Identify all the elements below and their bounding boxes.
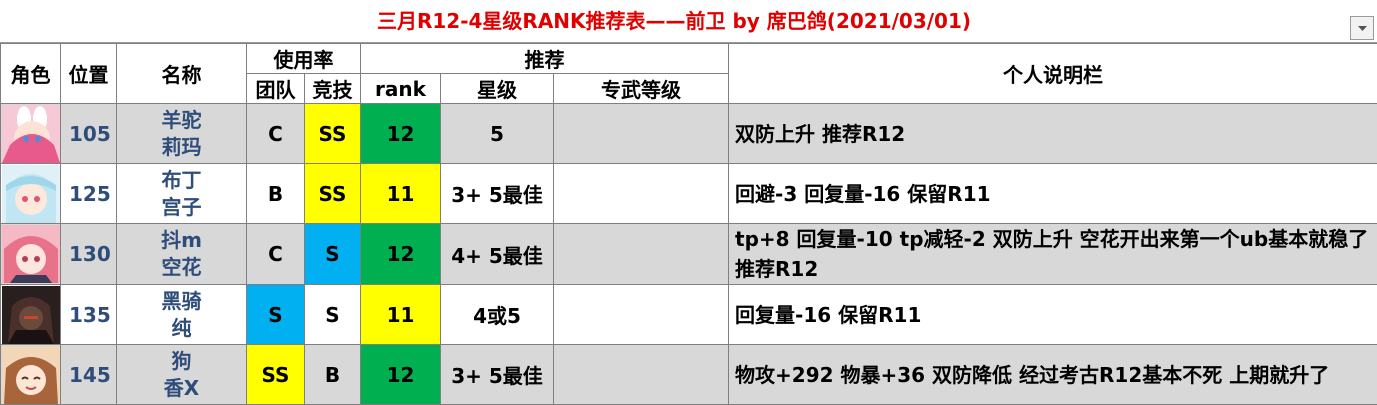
notes-cell[interactable]: tp+8 回复量-10 tp减轻-2 双防上升 空花开出来第一个ub基本就稳了 … bbox=[729, 224, 1377, 285]
header-role[interactable]: 角色 bbox=[1, 44, 61, 104]
arena-usage-cell[interactable]: S bbox=[305, 285, 361, 345]
avatar-cell[interactable] bbox=[1, 224, 61, 285]
name-cell[interactable]: 狗 香X bbox=[117, 345, 247, 405]
name-line: 布丁 bbox=[117, 167, 246, 194]
notes-cell[interactable]: 回避-3 回复量-16 保留R11 bbox=[729, 164, 1377, 224]
name-line: 香X bbox=[117, 375, 246, 402]
team-usage-cell[interactable]: S bbox=[247, 285, 305, 345]
position-cell[interactable]: 135 bbox=[61, 285, 117, 345]
rank-cell[interactable]: 12 bbox=[361, 345, 441, 405]
name-line: 抖m bbox=[117, 227, 246, 254]
rank-table: 角色 位置 名称 使用率 推荐 个人说明栏 团队 竞技 rank 星级 专武等级 bbox=[0, 43, 1377, 405]
star-cell[interactable]: 3+ 5最佳 bbox=[441, 345, 554, 405]
star-cell[interactable]: 3+ 5最佳 bbox=[441, 164, 554, 224]
header-usage[interactable]: 使用率 bbox=[247, 44, 361, 74]
avatar bbox=[2, 225, 60, 283]
avatar-cell[interactable] bbox=[1, 164, 61, 224]
ue-cell[interactable] bbox=[554, 285, 729, 345]
notes-cell[interactable]: 双防上升 推荐R12 bbox=[729, 104, 1377, 164]
rank-cell[interactable]: 12 bbox=[361, 104, 441, 164]
title-row: 三月R12-4星级RANK推荐表——前卫 by 席巴鸽(2021/03/01) bbox=[0, 0, 1377, 43]
ue-cell[interactable] bbox=[554, 345, 729, 405]
name-line: 宫子 bbox=[117, 194, 246, 221]
avatar-cell[interactable] bbox=[1, 104, 61, 164]
name-cell[interactable]: 抖m 空花 bbox=[117, 224, 247, 285]
header-rec-rank[interactable]: rank bbox=[361, 74, 441, 104]
filter-dropdown-button[interactable] bbox=[1350, 16, 1374, 40]
notes-cell[interactable]: 物攻+292 物暴+36 双防降低 经过考古R12基本不死 上期就升了 bbox=[729, 345, 1377, 405]
avatar bbox=[2, 346, 60, 404]
name-cell[interactable]: 羊驼 莉玛 bbox=[117, 104, 247, 164]
header-position[interactable]: 位置 bbox=[61, 44, 117, 104]
arena-usage-cell[interactable]: B bbox=[305, 345, 361, 405]
header-recommend[interactable]: 推荐 bbox=[361, 44, 729, 74]
name-line: 黑骑 bbox=[117, 288, 246, 315]
rank-cell[interactable]: 12 bbox=[361, 224, 441, 285]
header-rec-ue[interactable]: 专武等级 bbox=[554, 74, 729, 104]
star-cell[interactable]: 4或5 bbox=[441, 285, 554, 345]
table-row: 135 黑骑 纯 S S 11 4或5 回复量-16 保留R11 bbox=[1, 285, 1377, 345]
name-line: 纯 bbox=[117, 315, 246, 342]
name-line: 空花 bbox=[117, 254, 246, 281]
arena-usage-cell[interactable]: SS bbox=[305, 164, 361, 224]
team-usage-cell[interactable]: SS bbox=[247, 345, 305, 405]
spreadsheet: 三月R12-4星级RANK推荐表——前卫 by 席巴鸽(2021/03/01) … bbox=[0, 0, 1377, 403]
header-usage-arena[interactable]: 竞技 bbox=[305, 74, 361, 104]
star-cell[interactable]: 5 bbox=[441, 104, 554, 164]
star-cell[interactable]: 4+ 5最佳 bbox=[441, 224, 554, 285]
position-cell[interactable]: 105 bbox=[61, 104, 117, 164]
header-name[interactable]: 名称 bbox=[117, 44, 247, 104]
sheet-title[interactable]: 三月R12-4星级RANK推荐表——前卫 by 席巴鸽(2021/03/01) bbox=[0, 0, 1348, 42]
header-rec-star[interactable]: 星级 bbox=[441, 74, 554, 104]
avatar-cell[interactable] bbox=[1, 345, 61, 405]
name-cell[interactable]: 布丁 宫子 bbox=[117, 164, 247, 224]
table-row: 145 狗 香X SS B 12 3+ 5最佳 物攻+292 物暴+36 双防降… bbox=[1, 345, 1377, 405]
ue-cell[interactable] bbox=[554, 164, 729, 224]
chevron-down-icon bbox=[1358, 26, 1367, 32]
header-notes[interactable]: 个人说明栏 bbox=[729, 44, 1377, 104]
avatar bbox=[2, 105, 60, 163]
notes-cell[interactable]: 回复量-16 保留R11 bbox=[729, 285, 1377, 345]
avatar bbox=[2, 165, 60, 223]
name-line: 莉玛 bbox=[117, 134, 246, 161]
name-line: 狗 bbox=[117, 348, 246, 375]
table-row: 125 布丁 宫子 B SS 11 3+ 5最佳 回避-3 回复量-16 保留R… bbox=[1, 164, 1377, 224]
avatar-cell[interactable] bbox=[1, 285, 61, 345]
ue-cell[interactable] bbox=[554, 224, 729, 285]
team-usage-cell[interactable]: C bbox=[247, 104, 305, 164]
arena-usage-cell[interactable]: S bbox=[305, 224, 361, 285]
name-line: 羊驼 bbox=[117, 107, 246, 134]
table-row: 130 抖m 空花 C S 12 4+ 5最佳 tp+8 回复量-10 tp减轻… bbox=[1, 224, 1377, 285]
team-usage-cell[interactable]: B bbox=[247, 164, 305, 224]
arena-usage-cell[interactable]: SS bbox=[305, 104, 361, 164]
position-cell[interactable]: 125 bbox=[61, 164, 117, 224]
position-cell[interactable]: 130 bbox=[61, 224, 117, 285]
name-cell[interactable]: 黑骑 纯 bbox=[117, 285, 247, 345]
table-row: 105 羊驼 莉玛 C SS 12 5 双防上升 推荐R12 bbox=[1, 104, 1377, 164]
header-usage-team[interactable]: 团队 bbox=[247, 74, 305, 104]
rank-cell[interactable]: 11 bbox=[361, 164, 441, 224]
ue-cell[interactable] bbox=[554, 104, 729, 164]
position-cell[interactable]: 145 bbox=[61, 345, 117, 405]
team-usage-cell[interactable]: C bbox=[247, 224, 305, 285]
avatar bbox=[2, 286, 60, 344]
rank-cell[interactable]: 11 bbox=[361, 285, 441, 345]
